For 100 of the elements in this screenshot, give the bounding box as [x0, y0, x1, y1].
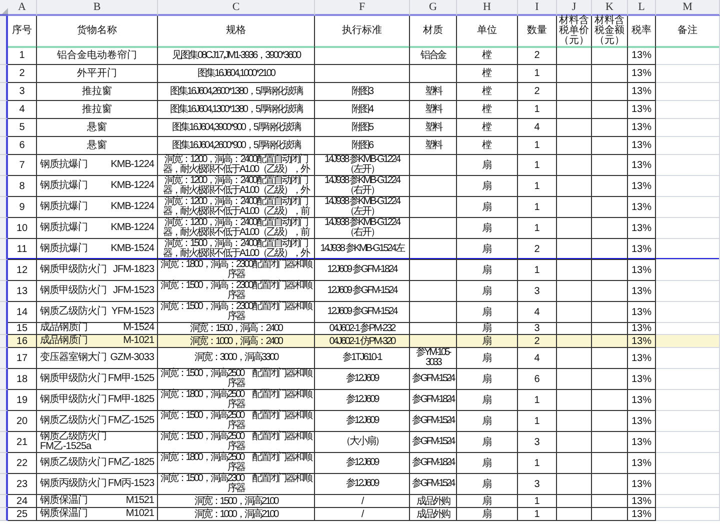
item-name: 钢质乙级防火门 [40, 416, 106, 426]
table-cell: 13% [628, 508, 656, 521]
table-row[interactable]: 4 推拉窗 图集16J604,1300*1380，5厚钢化玻璃 附图4 塑料 樘 1 13% [0, 101, 720, 119]
table-row[interactable]: 16 成品钢质门 M-1021 洞宽：1000，洞高：2400 04J602-1 仿PM-320 扇 2 13% [0, 335, 720, 348]
row-header[interactable] [0, 83, 8, 101]
item-name: 钢质乙级防火门 [40, 432, 106, 442]
row-header[interactable] [0, 411, 8, 432]
table-cell: 1 [518, 508, 557, 521]
table-row[interactable]: 15 成品钢质门 M-1524 洞宽：1500，洞高：2400 04J602-1 参PM-232 扇 3 13% [0, 322, 720, 335]
row-header[interactable] [0, 155, 8, 176]
column-header[interactable]: K [592, 0, 628, 16]
item-name: 钢质抗爆门 [40, 160, 88, 170]
table-row[interactable]: 3 推拉窗 图集16J604,2600*1380，5厚钢化玻璃 附图3 塑料 樘 2 13% [0, 83, 720, 101]
item-name: 钢质抗爆门 [40, 244, 88, 254]
column-header[interactable]: C [158, 0, 315, 16]
row-header[interactable] [0, 335, 8, 348]
row-header[interactable] [0, 218, 8, 239]
item-name: 悬窗 [87, 140, 107, 151]
table-row[interactable]: 5 悬窗 图集16J604,3900*900，5厚钢化玻璃 附图5 塑料 樘 4 13% [0, 119, 720, 137]
item-name: 推拉窗 [82, 86, 112, 97]
row-header[interactable] [0, 65, 8, 83]
item-code: FM丙-1523 [108, 479, 154, 489]
table-row[interactable]: 21 钢质乙级防火门 FM乙-1525a 洞宽：1500，洞高2500 配置闭门器和顺序器 （大小扇） 参GFM-1524 扇 3 13% [0, 432, 720, 453]
column-header[interactable]: L [628, 0, 656, 16]
row-header[interactable] [0, 16, 8, 48]
row-header[interactable] [0, 47, 8, 65]
item-name: 钢质抗爆门 [40, 181, 88, 191]
item-code: KMB-1224 [110, 181, 154, 191]
column-header[interactable]: I [518, 0, 557, 16]
table-row[interactable]: 17 变压器室钢大门 GZM-3033 洞宽：3000，洞高3300 参1TJ610-1 参YM-105-3033 扇 4 13% [0, 348, 720, 369]
item-name: 成品钢质门 [40, 336, 88, 346]
row-header[interactable] [0, 322, 8, 335]
column-header[interactable]: B [37, 0, 158, 16]
table-cell: 成品外购 [410, 508, 457, 521]
column-header[interactable]: J [557, 0, 592, 16]
row-header[interactable] [0, 348, 8, 369]
item-name: 钢质甲级防火门 [40, 374, 106, 384]
item-name: 钢质保温门 [40, 509, 88, 519]
column-header[interactable]: F [315, 0, 410, 16]
table-cell: 扇 [457, 508, 518, 521]
row-header[interactable] [0, 119, 8, 137]
row-header[interactable] [0, 281, 8, 302]
row-header[interactable] [0, 390, 8, 411]
item-code: FM乙-1825 [108, 458, 154, 468]
item-name: 钢质乙级防火门 [40, 307, 106, 317]
item-name: 钢质甲级防火门 [40, 395, 106, 405]
row-header[interactable] [0, 508, 8, 521]
table-cell: / [315, 508, 410, 521]
item-code: FM甲-1525 [108, 374, 154, 384]
row-header[interactable] [0, 176, 8, 197]
item-name: 变压器室钢大门 [40, 353, 106, 363]
item-name: 钢质乙级防火门 [40, 458, 106, 468]
table-row[interactable]: 6 悬窗 图集16J604,2600*900，5厚钢化玻璃 附图6 塑料 樘 1 13% [0, 137, 720, 155]
column-header[interactable]: H [457, 0, 518, 16]
item-code: M-1524 [123, 323, 154, 333]
item-name: 推拉窗 [82, 104, 112, 115]
table-row[interactable]: 24 钢质保温门 M1521 洞宽：1500，洞高2100 / 成品外购 扇 1 13% [0, 495, 720, 508]
item-code: M1021 [126, 509, 154, 519]
table-row[interactable]: 25 钢质保温门 M1021 洞宽：1000，洞高2100 / 成品外购 扇 1 13% [0, 508, 720, 521]
item-code: KMB-1224 [110, 202, 154, 212]
row-header[interactable] [0, 474, 8, 495]
item-code: FM甲-1825 [108, 395, 154, 405]
row-header[interactable] [0, 239, 8, 260]
item-name: 成品钢质门 [40, 323, 88, 333]
item-name: 钢质保温门 [40, 496, 88, 506]
row-header[interactable] [0, 260, 8, 281]
item-code: YFM-1523 [111, 307, 154, 317]
column-header[interactable]: G [410, 0, 457, 16]
item-code: JFM-1523 [112, 286, 154, 296]
item-code: FM乙-1525 [108, 416, 154, 426]
item-name: 钢质甲级防火门 [40, 286, 106, 296]
table-cell: 25 [8, 508, 37, 521]
table-row[interactable]: 2 外平开门 图集16J604,1000*2100 樘 1 13% [0, 65, 720, 83]
item-name: 钢质丙级防火门 [40, 479, 106, 489]
item-name: 悬窗 [87, 122, 107, 133]
row-header[interactable] [0, 302, 8, 323]
item-code: M-1021 [123, 336, 154, 346]
row-header[interactable] [0, 369, 8, 390]
table-row[interactable]: 1 铝合金电动卷帘门 见图集08CJ17,JM1-3936，3900*3600 铝合金 樘 2 13% [0, 47, 720, 65]
item-name: 钢质抗爆门 [40, 223, 88, 233]
row-header[interactable] [0, 137, 8, 155]
item-code: JFM-1823 [112, 265, 154, 275]
row-header[interactable] [0, 197, 8, 218]
item-code: KMB-1524 [110, 244, 154, 254]
item-code: KMB-1224 [110, 160, 154, 170]
item-name: 钢质抗爆门 [40, 202, 88, 212]
row-header[interactable] [0, 453, 8, 474]
row-header[interactable] [0, 101, 8, 119]
row-header[interactable] [0, 432, 8, 453]
item-name: 钢质甲级防火门 [40, 265, 106, 275]
item-code: KMB-1224 [110, 223, 154, 233]
item-code: GZM-3033 [110, 353, 154, 363]
row-header[interactable] [0, 495, 8, 508]
column-header[interactable]: A [8, 0, 37, 16]
item-code: M1521 [126, 496, 154, 506]
table-cell: 洞宽：1000，洞高2100 [158, 508, 315, 521]
item-name: 外平开门 [77, 68, 117, 79]
item-code: FM乙-1525a [40, 442, 92, 452]
item-name: 铝合金电动卷帘门 [57, 50, 137, 61]
column-header[interactable]: M [656, 0, 720, 16]
